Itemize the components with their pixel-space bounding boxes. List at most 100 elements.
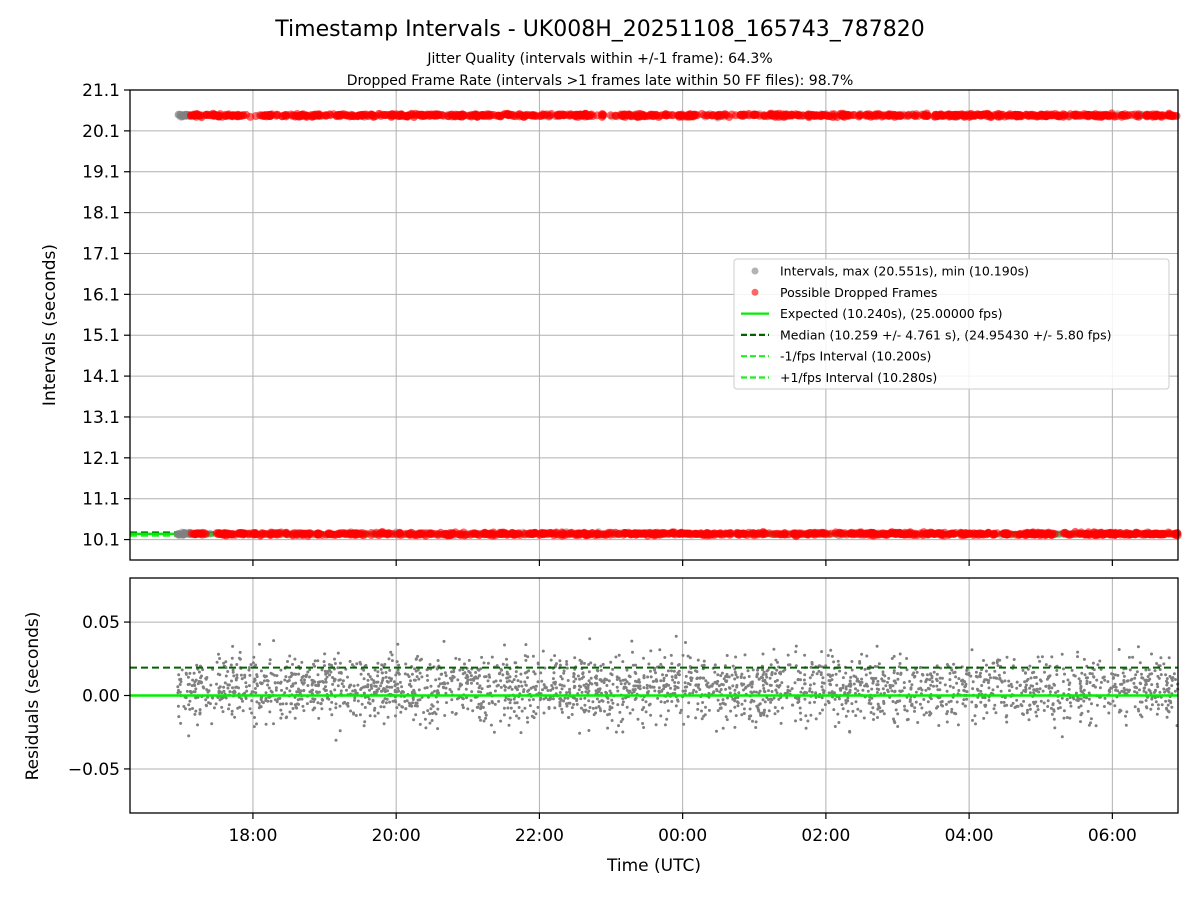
dropped-frame-point — [531, 529, 540, 538]
bottom-y-tick-label: 0.00 — [82, 687, 120, 707]
residual-point — [1038, 659, 1042, 663]
residual-point — [193, 690, 197, 694]
residual-point — [1129, 678, 1133, 682]
residual-point — [735, 675, 739, 679]
residual-point — [1154, 688, 1157, 692]
residual-point — [765, 675, 769, 679]
residual-point — [376, 674, 380, 678]
dropped-frame-point — [735, 529, 744, 538]
residual-point — [725, 654, 729, 657]
residual-point — [633, 688, 637, 691]
residual-point — [962, 688, 966, 692]
residual-point — [736, 701, 740, 705]
residual-point — [969, 674, 973, 678]
residual-point — [1034, 710, 1038, 714]
residual-point — [920, 706, 924, 710]
residual-point — [840, 703, 844, 707]
residual-point — [1028, 707, 1032, 711]
dropped-frame-point — [1080, 110, 1089, 119]
residual-point — [588, 681, 592, 685]
residual-point — [530, 714, 534, 718]
dropped-frame-point — [625, 110, 634, 119]
residual-point — [210, 722, 214, 726]
residual-point — [645, 691, 649, 694]
residual-point — [762, 687, 766, 690]
residual-point — [1076, 650, 1080, 654]
residual-point — [770, 690, 774, 693]
residual-point — [932, 684, 935, 688]
residual-point — [575, 699, 579, 703]
residual-point — [1140, 672, 1143, 676]
residual-point — [1147, 688, 1151, 692]
residual-point — [761, 698, 765, 702]
dropped-frame-point — [1068, 530, 1076, 539]
residual-point — [1170, 684, 1174, 688]
residual-point — [589, 661, 593, 665]
residual-point — [390, 659, 394, 663]
residual-point — [786, 653, 790, 657]
residual-point — [713, 663, 717, 667]
residual-point — [591, 700, 595, 704]
dropped-frame-point — [378, 528, 387, 536]
residual-point — [509, 706, 513, 710]
residual-point — [237, 686, 240, 690]
residual-point — [1032, 688, 1036, 692]
residual-point — [887, 676, 891, 680]
dropped-frame-point — [251, 112, 260, 120]
dropped-frame-point — [1168, 112, 1177, 121]
residual-point — [1150, 703, 1154, 707]
residual-point — [852, 674, 856, 678]
dropped-frame-point — [815, 530, 824, 539]
dropped-frame-point — [989, 530, 997, 539]
residual-point — [1132, 681, 1136, 685]
residual-point — [241, 709, 245, 713]
residual-point — [663, 656, 667, 659]
residual-point — [961, 702, 965, 706]
residual-point — [898, 689, 902, 693]
residual-point — [565, 691, 569, 695]
residual-point — [1024, 685, 1028, 689]
residual-point — [337, 678, 341, 682]
residual-point — [975, 704, 978, 708]
residual-point — [1063, 672, 1066, 676]
residual-point — [389, 650, 393, 654]
residual-point — [474, 675, 478, 679]
residual-point — [884, 684, 888, 688]
dropped-frame-point — [430, 111, 439, 120]
residual-point — [407, 675, 411, 679]
residual-point — [217, 652, 220, 656]
residual-point — [1083, 673, 1087, 677]
residual-point — [1035, 689, 1038, 693]
residual-point — [866, 684, 869, 688]
residual-point — [380, 689, 384, 693]
residual-point — [291, 684, 295, 688]
residual-point — [676, 681, 680, 685]
residual-point — [1036, 708, 1040, 712]
residual-point — [398, 680, 402, 684]
residual-point — [328, 707, 332, 711]
residual-point — [1159, 673, 1163, 677]
residual-point — [368, 714, 372, 718]
residual-point — [581, 671, 585, 675]
residual-point — [775, 668, 779, 672]
residual-point — [949, 699, 953, 703]
residual-point — [820, 650, 824, 654]
residual-point — [924, 688, 928, 692]
residual-point — [810, 690, 814, 694]
residual-point — [499, 719, 503, 723]
residual-point — [1035, 682, 1039, 686]
residual-point — [773, 706, 777, 709]
residual-point — [333, 688, 337, 692]
residual-point — [368, 675, 372, 679]
residual-point — [376, 670, 380, 674]
residual-point — [553, 654, 557, 658]
residual-point — [993, 669, 997, 673]
residual-point — [757, 703, 761, 707]
residual-point — [774, 688, 778, 692]
residual-point — [339, 671, 343, 675]
residual-point — [294, 681, 298, 685]
residual-point — [227, 707, 230, 711]
residual-point — [484, 716, 488, 720]
residual-point — [1106, 680, 1110, 684]
residual-point — [875, 644, 879, 648]
